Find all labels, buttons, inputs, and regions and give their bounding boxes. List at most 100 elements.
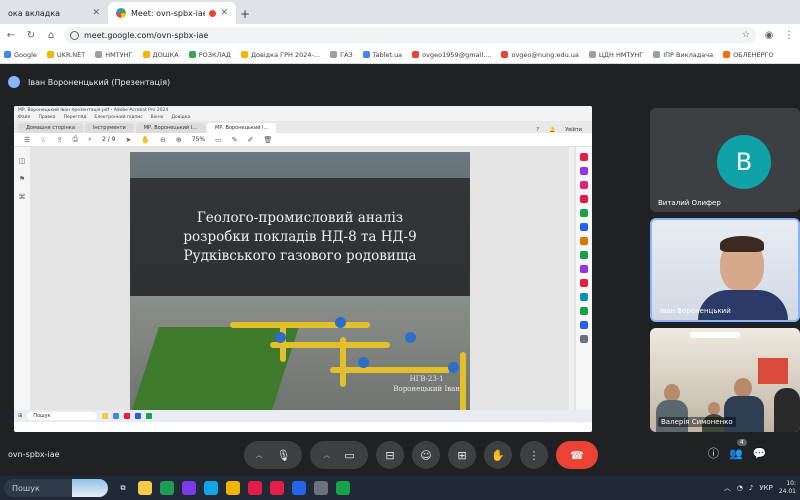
volume-icon[interactable]: ♪	[749, 484, 753, 492]
taskbar-app-icon[interactable]	[160, 481, 174, 495]
bookmark-item[interactable]: ІПР Викладача	[653, 51, 713, 59]
attachments-icon[interactable]: ⌘	[19, 193, 26, 201]
star-icon[interactable]: ☆	[40, 136, 46, 144]
acrobat-tab-tools[interactable]: Інструменти	[84, 123, 134, 133]
zoom-level[interactable]: 75%	[192, 136, 205, 143]
taskbar-app-icon[interactable]	[204, 481, 218, 495]
back-icon[interactable]: ←	[4, 28, 18, 42]
browser-tab-active[interactable]: Meet: ovn-spbx-iae ✕	[108, 2, 236, 24]
search-icon[interactable]: ⌕	[88, 135, 92, 144]
taskbar-app-icon[interactable]	[292, 481, 306, 495]
acrobat-menu-item[interactable]: Електронний підпис	[94, 115, 142, 120]
present-button[interactable]: ⊞	[448, 441, 476, 469]
participant-tile-speaking[interactable]: Іван Вороненцький	[650, 218, 800, 322]
taskbar-app-icon[interactable]	[336, 481, 350, 495]
acrobat-tool-icon[interactable]	[580, 209, 588, 217]
chevron-up-icon[interactable]: ︿	[256, 450, 263, 460]
print-icon[interactable]: ⎙	[72, 135, 78, 144]
page-indicator[interactable]: 2 / 9	[102, 136, 115, 143]
bookmark-item[interactable]: Довідка ГРН 2024-...	[240, 51, 320, 59]
bell-icon[interactable]: 🔔	[549, 127, 555, 133]
menu-icon[interactable]: ☰	[24, 136, 30, 144]
acrobat-tab-doc[interactable]: МР. Воронецький І...	[135, 123, 205, 133]
fit-page-icon[interactable]: ▭	[215, 136, 222, 144]
info-icon[interactable]: ⓘ	[708, 445, 719, 461]
task-view-icon[interactable]: ⧉	[116, 481, 130, 495]
home-icon[interactable]: ⌂	[44, 28, 58, 42]
taskbar-search[interactable]: Пошук	[4, 479, 108, 497]
acrobat-menu-item[interactable]: Перегляд	[64, 115, 87, 120]
bookmark-item[interactable]: ДОШКА	[142, 51, 179, 59]
bookmark-star-icon[interactable]: ☆	[742, 30, 750, 40]
close-tab-icon[interactable]: ✕	[92, 8, 100, 18]
acrobat-tool-icon[interactable]	[580, 279, 588, 287]
bookmark-item[interactable]: ovgeo@nung.edu.ua	[501, 51, 579, 59]
camera-icon[interactable]: ▭	[344, 449, 354, 462]
acrobat-tool-icon[interactable]	[580, 181, 588, 189]
sign-in-button[interactable]: Увійти	[565, 127, 582, 133]
bookmark-item[interactable]: РОЗКЛАД	[188, 51, 231, 59]
acrobat-tool-icon[interactable]	[580, 293, 588, 301]
new-tab-button[interactable]: +	[236, 4, 254, 24]
close-tab-icon[interactable]: ✕	[220, 8, 228, 18]
bookmark-item[interactable]: ovgeo1959@gmail....	[412, 51, 491, 59]
acrobat-tool-icon[interactable]	[580, 195, 588, 203]
acrobat-tool-icon[interactable]	[580, 265, 588, 273]
mic-control[interactable]: ︿ 🎙	[244, 441, 302, 469]
leave-call-button[interactable]: ☎	[556, 441, 598, 469]
acrobat-tab-home[interactable]: Домашня сторінка	[18, 123, 83, 133]
taskbar-app-icon[interactable]	[138, 481, 152, 495]
acrobat-tool-icon[interactable]	[580, 153, 588, 161]
zoom-out-icon[interactable]: ⊖	[160, 136, 166, 144]
acrobat-tool-icon[interactable]	[580, 307, 588, 315]
select-cursor-icon[interactable]: ➤	[125, 136, 131, 144]
acrobat-tool-icon[interactable]	[580, 237, 588, 245]
taskbar-clock[interactable]: 10: 24.01	[779, 480, 796, 496]
acrobat-menu-item[interactable]: Вікно	[151, 115, 164, 120]
delete-icon[interactable]: 🗑	[264, 136, 273, 144]
reload-icon[interactable]: ↻	[24, 28, 38, 42]
participant-tile[interactable]: В Виталий Олифер	[650, 108, 800, 212]
bookmark-item[interactable]: UKR.NET	[46, 51, 85, 59]
language-indicator[interactable]: УКР	[759, 484, 772, 492]
thumbnails-icon[interactable]: ◫	[19, 157, 26, 165]
bookmark-item[interactable]: ОБЛЕНЕРГО	[723, 51, 774, 59]
people-button[interactable]: 👥 4	[729, 438, 747, 460]
site-info-icon[interactable]	[70, 30, 79, 40]
taskbar-app-icon[interactable]	[226, 481, 240, 495]
hand-tool-icon[interactable]: ✋	[141, 136, 150, 144]
chevron-up-icon[interactable]: ︿	[323, 450, 330, 460]
zoom-in-icon[interactable]: ⊕	[176, 136, 182, 144]
upload-icon[interactable]: ⇪	[57, 136, 63, 144]
acrobat-menu-item[interactable]: Правка	[38, 115, 55, 120]
browser-tab[interactable]: ока вкладка ✕	[0, 2, 108, 24]
acrobat-tool-icon[interactable]	[580, 223, 588, 231]
participant-tile[interactable]: Валерія Симоненко	[650, 328, 800, 432]
bookmark-item[interactable]: НМТУНГ	[95, 51, 133, 59]
captions-button[interactable]: ⊟	[376, 441, 404, 469]
acrobat-tab-doc-active[interactable]: МР. Воронецький І...	[207, 123, 277, 133]
document-scrollbar[interactable]	[569, 147, 574, 422]
acrobat-menu-item[interactable]: Довідка	[171, 115, 190, 120]
raise-hand-button[interactable]: ✋	[484, 441, 512, 469]
acrobat-tool-icon[interactable]	[580, 167, 588, 175]
wifi-icon[interactable]: ◔	[737, 484, 743, 492]
acrobat-menu-item[interactable]: Файл	[18, 115, 30, 120]
acrobat-tool-icon[interactable]	[580, 335, 588, 343]
camera-control[interactable]: ︿ ▭	[310, 441, 368, 469]
bookmark-item[interactable]: ЦДН НМТУНГ	[588, 51, 643, 59]
bookmark-item[interactable]: Tablet.ua	[362, 51, 402, 59]
taskbar-app-icon[interactable]	[270, 481, 284, 495]
more-options-button[interactable]: ⋮	[520, 441, 548, 469]
chat-icon[interactable]: 💬	[753, 447, 767, 460]
taskbar-app-icon[interactable]	[182, 481, 196, 495]
acrobat-tool-icon[interactable]	[580, 251, 588, 259]
bookmarks-icon[interactable]: ⚑	[19, 175, 25, 183]
bookmark-item[interactable]: Google	[4, 51, 37, 59]
acrobat-tool-icon[interactable]	[580, 321, 588, 329]
emoji-button[interactable]: ☺	[412, 441, 440, 469]
menu-kebab-icon[interactable]: ⋮	[782, 28, 796, 42]
bookmark-item[interactable]: ГАЗ	[330, 51, 353, 59]
chevron-up-icon[interactable]: ︿	[724, 483, 731, 493]
comment-icon[interactable]: ✎	[232, 136, 238, 144]
